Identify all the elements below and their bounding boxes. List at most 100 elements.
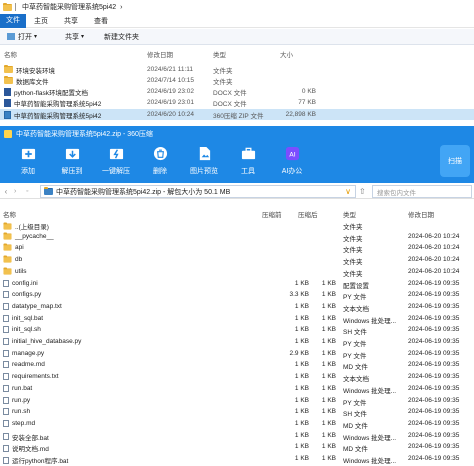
menu-view[interactable]: 查看	[86, 16, 116, 26]
table-row[interactable]: ..(上级目录) 文件夹	[0, 220, 474, 231]
item-name: 中草药智能采购管理系统5pi42	[14, 112, 102, 120]
tools-label: 工具	[241, 168, 255, 175]
scan-button[interactable]: 扫描	[440, 145, 470, 177]
table-row[interactable]: configs.py 3.3 KB 1 KB PY 文件 2024-06-19 09:3…	[0, 290, 474, 301]
ai-office-icon: AI	[285, 146, 300, 161]
table-row[interactable]: manage.py 2.9 KB 1 KB PY 文件 2024-06-19 09:35	[0, 349, 474, 360]
table-row[interactable]: step.md 1 KB 1 KB MD 文件 2024-06-19 09:35	[0, 419, 474, 430]
row-date: 2024-06-19 09:35	[408, 349, 460, 357]
file-icon	[3, 444, 9, 452]
row-compressed-size: 1 KB	[294, 408, 309, 416]
row-date: 2024-06-19 09:35	[408, 431, 460, 439]
row-compressed-size: 3.3 KB	[289, 291, 309, 299]
file-icon	[3, 279, 9, 287]
column-type[interactable]: 类型	[343, 209, 356, 219]
list-item-selected[interactable]: 中草药智能采购管理系统5pi42 2024/6/20 10:24 360压缩 Z…	[0, 109, 474, 120]
table-row[interactable]: init_sql.bat 1 KB 1 KB Windows 批处理... 2024-0…	[0, 314, 474, 325]
row-type: 文件夹	[343, 259, 363, 267]
row-name: manage.py	[12, 349, 45, 357]
row-name: configs.py	[12, 291, 42, 299]
row-name: datatype_map.txt	[12, 302, 62, 310]
column-date[interactable]: 修改日期	[147, 49, 173, 59]
table-row[interactable]: readme.md 1 KB 1 KB MD 文件 2024-06-19 09:35	[0, 360, 474, 371]
delete-button[interactable]: 删除	[138, 141, 182, 176]
column-original[interactable]: 压缩后	[298, 209, 318, 219]
table-row[interactable]: api 文件夹 2024-06-20 10:24	[0, 243, 474, 254]
table-row[interactable]: __pycache__ 文件夹 2024-06-20 10:24	[0, 232, 474, 243]
add-button[interactable]: 添加	[6, 141, 50, 176]
table-row[interactable]: run.sh 1 KB 1 KB SH 文件 2024-06-19 09:35	[0, 407, 474, 418]
chevron-down-icon[interactable]: ∨	[345, 187, 351, 196]
row-date: 2024-06-19 09:35	[408, 279, 460, 287]
table-row[interactable]: run.py 1 KB 1 KB PY 文件 2024-06-19 09:35	[0, 396, 474, 407]
menu-file[interactable]: 文件	[0, 13, 26, 28]
list-item[interactable]: 中草药智能采购管理系统5pi42 2024/6/19 23:01 DOCX 文件…	[0, 97, 474, 108]
table-row[interactable]: 说明文档.md 1 KB 1 KB MD 文件 2024-06-19 09:35	[0, 442, 474, 453]
breadcrumb-text[interactable]: 中草药智能采购管理系统5pi42	[22, 2, 116, 12]
image-preview-icon	[197, 146, 212, 161]
column-date[interactable]: 修改日期	[408, 209, 434, 219]
back-icon[interactable]: ‹	[0, 187, 12, 196]
explorer-menu-bar: 文件 主页 共享 查看	[0, 13, 474, 28]
table-row[interactable]: 运行python程序.bat 1 KB 1 KB Windows 批处理... 2024…	[0, 454, 474, 465]
folder-icon	[3, 243, 12, 252]
search-input[interactable]: 搜索包内文件	[372, 185, 472, 198]
tools-button[interactable]: 工具	[226, 141, 270, 176]
table-row[interactable]: run.bat 1 KB 1 KB Windows 批处理... 2024-06-19 …	[0, 384, 474, 395]
list-item[interactable]: python-flask环境配置文档 2024/6/19 23:02 DOCX …	[0, 86, 474, 97]
explorer-toolbar: 打开 ▾ 共享 ▾ 新建文件夹	[0, 29, 474, 45]
archive-path-text: 中草药智能采购管理系统5pi42.zip - 解包大小为 50.1 MB	[56, 188, 231, 196]
archive-path-field[interactable]: 中草药智能采购管理系统5pi42.zip - 解包大小为 50.1 MB ∨	[40, 185, 356, 198]
zip-window-title: 中草药智能采购管理系统5pi42.zip - 360压缩	[16, 130, 153, 138]
row-compressed-size: 1 KB	[294, 419, 309, 427]
file-icon	[3, 373, 9, 381]
column-compressed[interactable]: 压缩前	[262, 209, 282, 219]
table-row[interactable]: utils 文件夹 2024-06-20 10:24	[0, 267, 474, 278]
forward-icon[interactable]: ›	[14, 188, 16, 195]
share-label: 共享	[65, 33, 80, 41]
table-row[interactable]: initial_hive_database.py 1 KB 1 KB PY 文件 202…	[0, 337, 474, 348]
item-name: 数据库文件	[16, 78, 49, 86]
row-type: PY 文件	[343, 341, 367, 348]
row-date: 2024-06-19 09:35	[408, 314, 460, 322]
table-row[interactable]: datatype_map.txt 1 KB 1 KB 文本文档 2024-06-19 0…	[0, 302, 474, 313]
column-size[interactable]: 大小	[280, 49, 293, 59]
table-row[interactable]: db 文件夹 2024-06-20 10:24	[0, 255, 474, 266]
list-item[interactable]: 数据库文件 2024/7/14 10:15 文件夹	[0, 75, 474, 86]
new-folder-button[interactable]: 新建文件夹	[97, 29, 146, 45]
extract-to-button[interactable]: 解压到	[50, 141, 94, 176]
zip-toolbar: 添加 解压到 一键解压 删除 图片预览 工具 AI AI办公 扫描	[0, 141, 474, 183]
breadcrumb-arrow-icon[interactable]: ›	[120, 4, 122, 11]
column-name[interactable]: 名称	[4, 49, 17, 59]
column-type[interactable]: 类型	[213, 49, 226, 59]
file-icon	[3, 408, 9, 416]
row-original-size: 1 KB	[321, 361, 336, 369]
open-button[interactable]: 打开 ▾	[0, 29, 44, 45]
row-compressed-size: 1 KB	[294, 431, 309, 439]
open-dropdown-icon: ▾	[34, 34, 38, 40]
file-icon	[3, 361, 9, 369]
one-click-extract-button[interactable]: 一键解压	[94, 141, 138, 176]
table-row[interactable]: 安装全部.bat 1 KB 1 KB Windows 批处理... 2024-06-19…	[0, 431, 474, 442]
row-original-size: 1 KB	[321, 396, 336, 404]
file-icon	[3, 302, 9, 310]
menu-home[interactable]: 主页	[26, 16, 56, 26]
row-original-size: 1 KB	[321, 326, 336, 334]
row-type: PY 文件	[343, 352, 367, 360]
share-button[interactable]: 共享 ▾	[58, 29, 91, 45]
table-row[interactable]: init_sql.sh 1 KB 1 KB SH 文件 2024-06-19 09:35	[0, 325, 474, 336]
menu-share[interactable]: 共享	[56, 16, 86, 26]
row-date: 2024-06-19 09:35	[408, 396, 460, 404]
history-icon[interactable]: ◦	[26, 188, 28, 195]
folder-icon	[4, 76, 13, 84]
explorer-breadcrumb[interactable]: 中草药智能采购管理系统5pi42 ›	[0, 0, 474, 14]
column-name[interactable]: 名称	[3, 209, 16, 219]
table-row[interactable]: requirements.txt 1 KB 1 KB 文本文档 2024-06-19 0…	[0, 372, 474, 383]
row-type: SH 文件	[343, 411, 367, 419]
up-level-icon[interactable]: ⇧	[359, 187, 366, 196]
item-size: 22,898 KB	[285, 111, 316, 118]
image-preview-button[interactable]: 图片预览	[182, 141, 226, 176]
table-row[interactable]: config.ini 1 KB 1 KB 配置设置 2024-06-19 09:35	[0, 279, 474, 290]
ai-office-button[interactable]: AI AI办公	[270, 141, 314, 176]
list-item[interactable]: 环境安装环境 2024/6/21 11:11 文件夹	[0, 64, 474, 75]
